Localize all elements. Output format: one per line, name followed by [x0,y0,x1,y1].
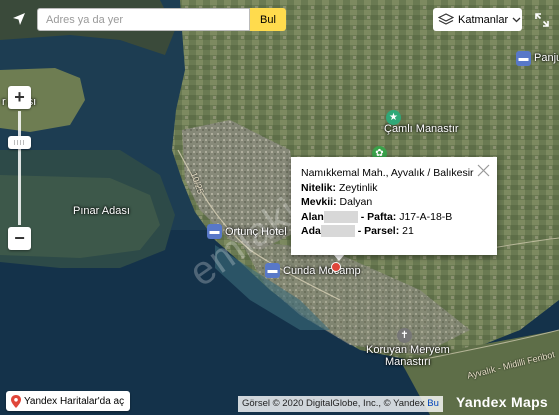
layers-button[interactable]: Katmanlar [433,8,522,31]
zoom-in-button[interactable]: + [8,86,31,109]
open-in-yandex-button[interactable]: Yandex Haritalar'da aç [6,391,131,411]
poi-label-cunda-mocamp: Cunda Mocamp [283,264,361,277]
alan-label: Alan [301,210,324,223]
map-marker[interactable] [331,262,341,272]
mevkii-label: Mevkii: [301,196,337,208]
poi-panjur[interactable]: ▬ [516,51,531,66]
fullscreen-icon [534,12,549,27]
pafta-label: - Pafta: [360,210,397,223]
zoom-out-button[interactable]: − [8,227,31,250]
popup-ada-row: Ada - Parsel: 21 [301,224,488,239]
parcel-info-popup: Namıkkemal Mah., Ayvalık / Balıkesir Nit… [291,157,497,255]
star-icon: ★ [386,110,401,125]
redacted-block [320,225,355,238]
layers-label: Katmanlar [458,13,509,26]
layers-icon [438,12,454,25]
map-pin-icon [11,394,21,408]
ada-label: Ada [301,225,321,237]
copyright-link[interactable]: Bu [427,398,439,409]
zoom-slider-track[interactable] [18,111,21,225]
koruyan-line-1: Koruyan Meryem [366,344,450,356]
fullscreen-button[interactable] [530,8,553,31]
copyright-bar: Görsel © 2020 DigitalGlobe, Inc., © Yand… [238,396,443,412]
place-label-pinar-adasi: Pınar Adası [73,205,130,217]
pafta-value: J17-A-18-B [399,210,453,223]
redacted-block [323,210,358,223]
popup-alan-row: Alan - Pafta: J17-A-18-B [301,210,488,225]
copyright-text: Görsel © 2020 DigitalGlobe, Inc., © Yand… [242,398,425,409]
popup-address: Namıkkemal Mah., Ayvalık / Balıkesir [301,167,474,179]
place-label-panjur: Panjur [534,52,559,64]
map-view[interactable]: r Adası Pınar Adası Çamlı Manastır Panju… [0,0,559,415]
search-input[interactable] [37,8,250,31]
popup-nitelik-row: Nitelik: Zeytinlik [301,181,488,196]
parsel-label: - Parsel: [357,225,400,237]
nitelik-label: Nitelik: [301,181,337,194]
parsel-value: 21 [402,225,414,237]
church-icon: ✝ [397,328,412,343]
poi-camli-manastir[interactable]: ★ [386,110,401,125]
close-icon[interactable] [477,164,490,177]
search-button[interactable]: Bul [250,8,286,31]
nitelik-value: Zeytinlik [338,181,378,194]
hotel-icon: ▬ [516,51,531,66]
hotel-icon: ▬ [265,263,280,278]
locate-icon [13,13,25,25]
chevron-down-icon [512,17,521,22]
open-in-yandex-label: Yandex Haritalar'da aç [24,395,125,407]
poi-cunda-mocamp[interactable]: ▬ Cunda Mocamp [265,263,361,278]
place-label-koruyan: Koruyan Meryem Manastırı [366,344,450,368]
popup-mevkii-row: Mevkii: Dalyan [301,195,488,210]
yandex-maps-logo[interactable]: Yandex Maps [456,394,548,410]
poi-koruyan-church[interactable]: ✝ [397,328,412,343]
zoom-slider-thumb[interactable] [8,136,31,149]
koruyan-line-2: Manastırı [384,356,431,368]
locate-button[interactable] [6,7,32,31]
mevkii-value: Dalyan [339,196,373,208]
popup-tail [333,254,345,261]
